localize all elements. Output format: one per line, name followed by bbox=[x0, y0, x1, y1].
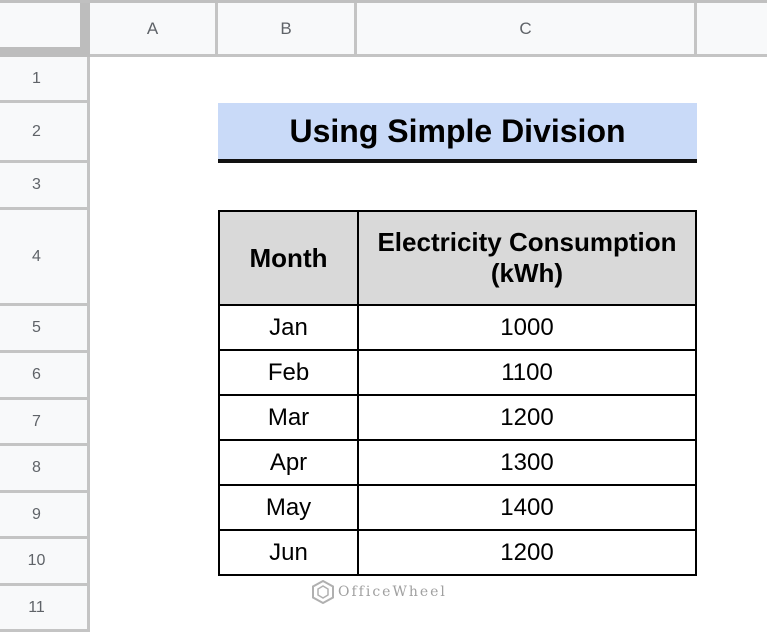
header-consumption[interactable]: Electricity Consumption (kWh) bbox=[357, 210, 697, 306]
row-header-9[interactable]: 9 bbox=[0, 493, 90, 539]
officewheel-logo-icon bbox=[312, 580, 334, 604]
row-header-7[interactable]: 7 bbox=[0, 400, 90, 446]
column-header-a[interactable]: A bbox=[90, 3, 218, 57]
watermark: OfficeWheel bbox=[312, 578, 447, 606]
table-row: Apr 1300 bbox=[218, 439, 697, 486]
table-row: Jan 1000 bbox=[218, 304, 697, 351]
value-cell[interactable]: 1000 bbox=[357, 304, 697, 351]
value-cell[interactable]: 1100 bbox=[357, 349, 697, 396]
month-cell[interactable]: May bbox=[218, 484, 359, 531]
header-month[interactable]: Month bbox=[218, 210, 359, 306]
row-header-10[interactable]: 10 bbox=[0, 539, 90, 586]
row-header-1[interactable]: 1 bbox=[0, 57, 90, 103]
row-header-4[interactable]: 4 bbox=[0, 210, 90, 306]
month-cell[interactable]: Jan bbox=[218, 304, 359, 351]
row-header-8[interactable]: 8 bbox=[0, 446, 90, 493]
value-cell[interactable]: 1200 bbox=[357, 394, 697, 441]
month-cell[interactable]: Mar bbox=[218, 394, 359, 441]
table-row: Feb 1100 bbox=[218, 349, 697, 396]
value-cell[interactable]: 1200 bbox=[357, 529, 697, 576]
row-header-3[interactable]: 3 bbox=[0, 163, 90, 210]
table-row: Jun 1200 bbox=[218, 529, 697, 576]
month-cell[interactable]: Feb bbox=[218, 349, 359, 396]
value-cell[interactable]: 1300 bbox=[357, 439, 697, 486]
value-cell[interactable]: 1400 bbox=[357, 484, 697, 531]
row-header-5[interactable]: 5 bbox=[0, 306, 90, 353]
table-row: May 1400 bbox=[218, 484, 697, 531]
row-header-6[interactable]: 6 bbox=[0, 353, 90, 400]
column-header-d[interactable] bbox=[697, 3, 767, 57]
watermark-text: OfficeWheel bbox=[338, 584, 447, 600]
frozen-row-handle[interactable] bbox=[0, 47, 90, 57]
row-header-11[interactable]: 11 bbox=[0, 586, 90, 632]
sheet-title[interactable]: Using Simple Division bbox=[218, 103, 697, 163]
row-header-2[interactable]: 2 bbox=[0, 103, 90, 163]
month-cell[interactable]: Apr bbox=[218, 439, 359, 486]
column-header-c[interactable]: C bbox=[357, 3, 697, 57]
table-row: Mar 1200 bbox=[218, 394, 697, 441]
column-header-b[interactable]: B bbox=[218, 3, 357, 57]
consumption-table: Month Electricity Consumption (kWh) Jan 1… bbox=[218, 210, 697, 576]
month-cell[interactable]: Jun bbox=[218, 529, 359, 576]
table-header-row: Month Electricity Consumption (kWh) bbox=[218, 210, 697, 306]
